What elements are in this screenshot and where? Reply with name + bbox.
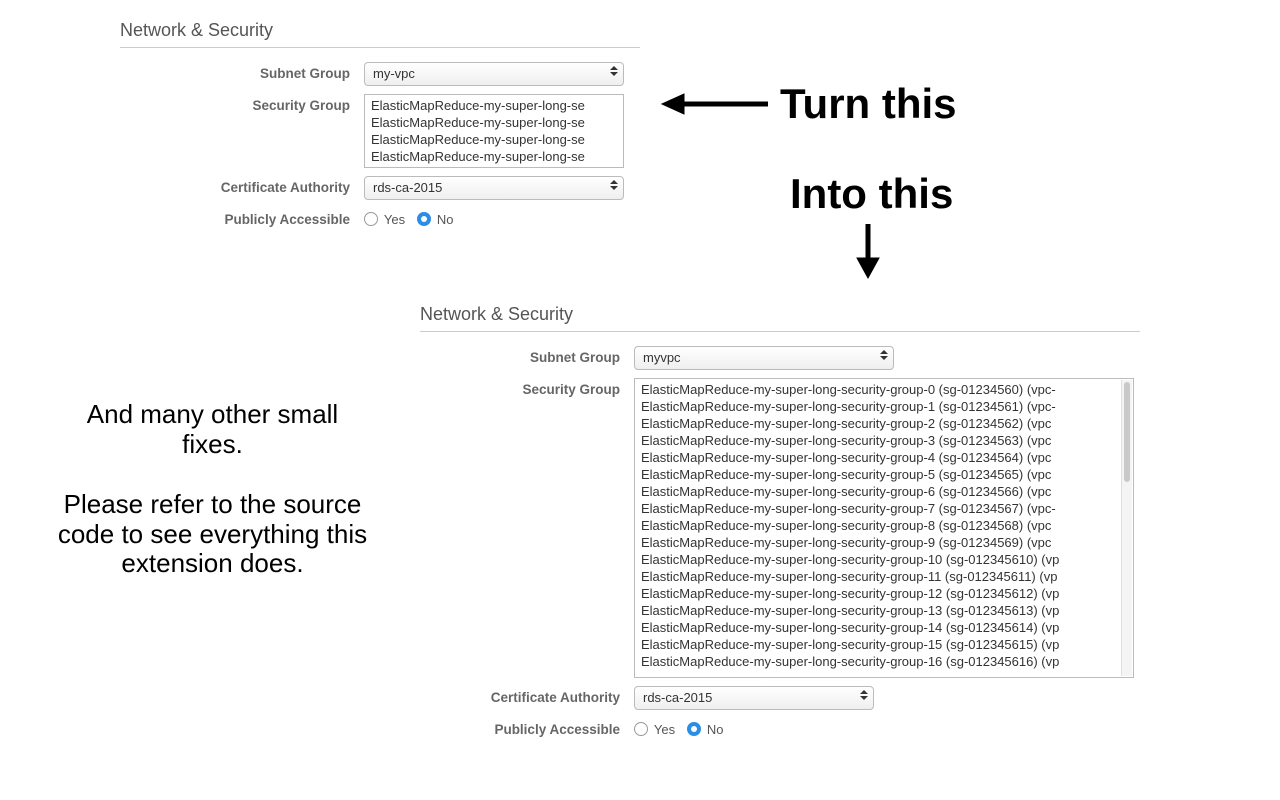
select-value: myvpc [634, 346, 894, 370]
scrollbar[interactable] [1121, 380, 1132, 676]
label-security-group: Security Group [120, 94, 364, 113]
select-subnet-group-before[interactable]: my-vpc [364, 62, 624, 86]
list-option[interactable]: ElasticMapReduce-my-super-long-security-… [639, 449, 1129, 466]
list-option[interactable]: ElasticMapReduce-my-super-long-security-… [639, 398, 1129, 415]
section-heading-before: Network & Security [120, 16, 640, 48]
select-value: rds-ca-2015 [634, 686, 874, 710]
row-security-group-after: Security Group ElasticMapReduce-my-super… [420, 378, 1140, 678]
updown-caret-icon [610, 180, 618, 190]
list-option[interactable]: ElasticMapReduce-my-super-long-security-… [639, 568, 1129, 585]
row-subnet-group-after: Subnet Group myvpc [420, 346, 1140, 370]
row-cert-authority-before: Certificate Authority rds-ca-2015 [120, 176, 640, 200]
before-panel: Network & Security Subnet Group my-vpc S… [120, 16, 640, 235]
annotation-side-text: And many other small fixes. Please refer… [55, 400, 370, 579]
annotation-into-this: Into this [790, 170, 953, 218]
radio-no-label: No [437, 212, 454, 227]
row-public-access-after: Publicly Accessible Yes No [420, 718, 1140, 737]
select-subnet-group-after[interactable]: myvpc [634, 346, 894, 370]
row-cert-authority-after: Certificate Authority rds-ca-2015 [420, 686, 1140, 710]
radio-no-label: No [707, 722, 724, 737]
list-option[interactable]: ElasticMapReduce-my-super-long-se [369, 114, 619, 131]
radio-yes-label: Yes [384, 212, 405, 227]
list-option[interactable]: ElasticMapReduce-my-super-long-security-… [639, 483, 1129, 500]
annotation-turn-this: Turn this [780, 80, 957, 128]
select-cert-authority-after[interactable]: rds-ca-2015 [634, 686, 874, 710]
list-option[interactable]: ElasticMapReduce-my-super-long-security-… [639, 415, 1129, 432]
after-panel: Network & Security Subnet Group myvpc Se… [420, 300, 1140, 745]
list-option[interactable]: ElasticMapReduce-my-super-long-se [369, 131, 619, 148]
list-option[interactable]: ElasticMapReduce-my-super-long-security-… [639, 466, 1129, 483]
label-cert-authority: Certificate Authority [120, 176, 364, 195]
listbox-security-group-after[interactable]: ElasticMapReduce-my-super-long-security-… [634, 378, 1134, 678]
scroll-thumb[interactable] [1124, 382, 1130, 482]
arrow-left-icon [660, 92, 770, 119]
list-option[interactable]: ElasticMapReduce-my-super-long-security-… [639, 653, 1129, 670]
row-security-group-before: Security Group ElasticMapReduce-my-super… [120, 94, 640, 168]
list-option[interactable]: ElasticMapReduce-my-super-long-security-… [639, 636, 1129, 653]
radio-yes[interactable] [634, 722, 648, 736]
list-option[interactable]: ElasticMapReduce-my-super-long-se [369, 148, 619, 165]
select-cert-authority-before[interactable]: rds-ca-2015 [364, 176, 624, 200]
list-option[interactable]: ElasticMapReduce-my-super-long-security-… [639, 432, 1129, 449]
label-cert-authority: Certificate Authority [420, 686, 634, 705]
select-value: my-vpc [364, 62, 624, 86]
label-security-group: Security Group [420, 378, 634, 397]
radio-no[interactable] [417, 212, 431, 226]
listbox-security-group-before[interactable]: ElasticMapReduce-my-super-long-seElastic… [364, 94, 624, 168]
select-value: rds-ca-2015 [364, 176, 624, 200]
radio-no[interactable] [687, 722, 701, 736]
list-option[interactable]: ElasticMapReduce-my-super-long-security-… [639, 517, 1129, 534]
row-public-access-before: Publicly Accessible Yes No [120, 208, 640, 227]
list-option[interactable]: ElasticMapReduce-my-super-long-security-… [639, 500, 1129, 517]
list-option[interactable]: ElasticMapReduce-my-super-long-security-… [639, 585, 1129, 602]
section-heading-after: Network & Security [420, 300, 1140, 332]
updown-caret-icon [610, 66, 618, 76]
list-option[interactable]: ElasticMapReduce-my-super-long-security-… [639, 551, 1129, 568]
list-option[interactable]: ElasticMapReduce-my-super-long-security-… [639, 602, 1129, 619]
list-option[interactable]: ElasticMapReduce-my-super-long-security-… [639, 619, 1129, 636]
arrow-down-icon [853, 222, 883, 283]
label-public-access: Publicly Accessible [420, 718, 634, 737]
updown-caret-icon [880, 350, 888, 360]
updown-caret-icon [860, 690, 868, 700]
label-public-access: Publicly Accessible [120, 208, 364, 227]
row-subnet-group-before: Subnet Group my-vpc [120, 62, 640, 86]
radio-yes[interactable] [364, 212, 378, 226]
list-option[interactable]: ElasticMapReduce-my-super-long-security-… [639, 381, 1129, 398]
list-option[interactable]: ElasticMapReduce-my-super-long-se [369, 97, 619, 114]
list-option[interactable]: ElasticMapReduce-my-super-long-security-… [639, 534, 1129, 551]
label-subnet-group: Subnet Group [420, 346, 634, 365]
radio-yes-label: Yes [654, 722, 675, 737]
label-subnet-group: Subnet Group [120, 62, 364, 81]
